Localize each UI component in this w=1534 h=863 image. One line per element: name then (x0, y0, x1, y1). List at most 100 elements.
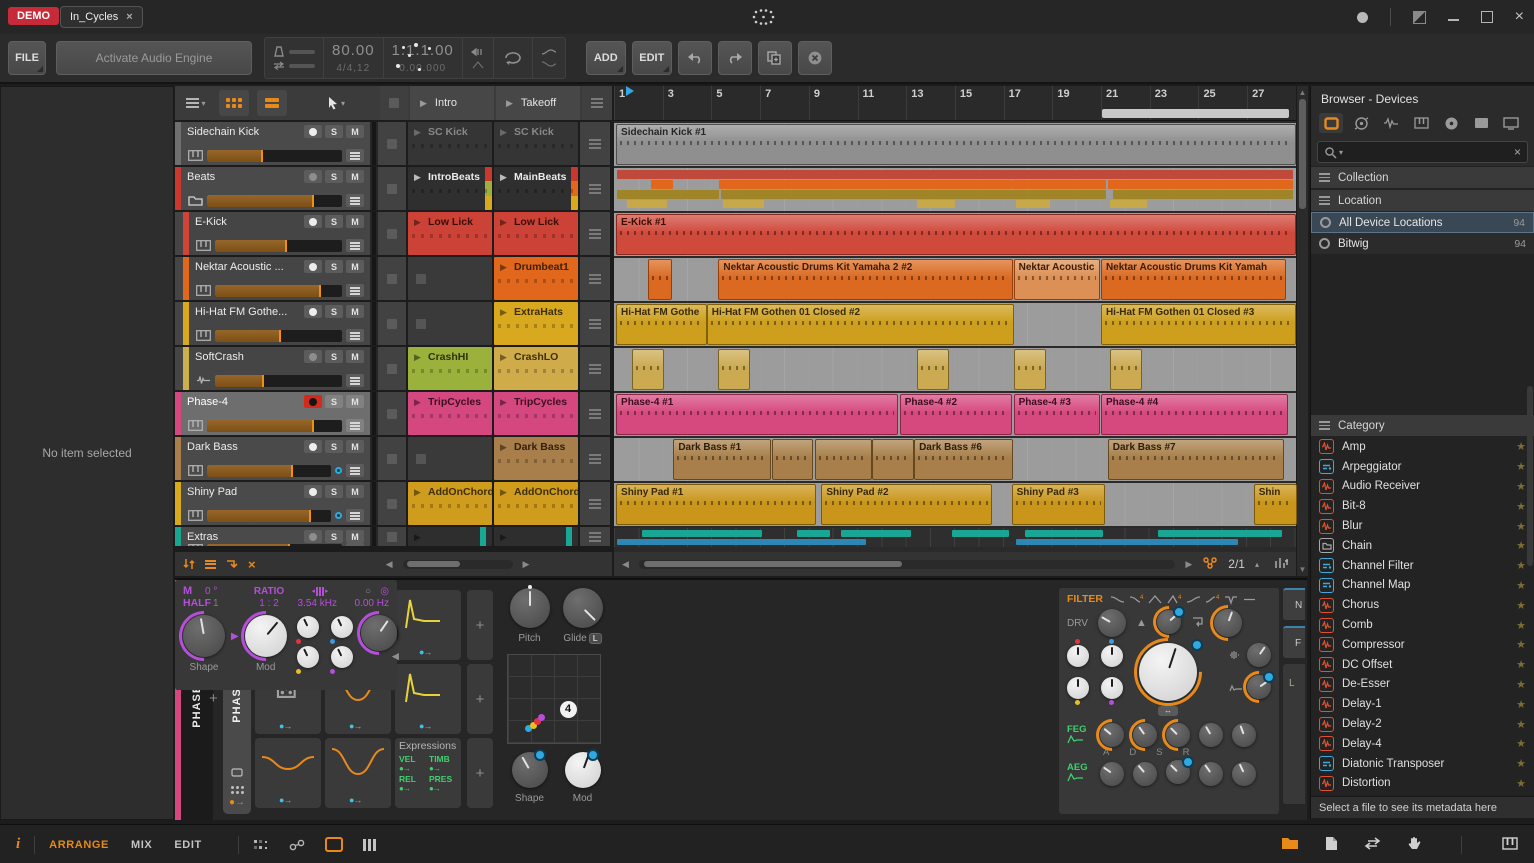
activate-audio-engine-button[interactable]: Activate Audio Engine (56, 41, 252, 75)
track-name[interactable]: Sidechain Kick (187, 126, 259, 138)
track-name[interactable]: Extras (187, 531, 218, 543)
arranger-clip[interactable]: Nektar Acoustic (1014, 259, 1101, 300)
launcher-clip[interactable]: ▶ (408, 257, 492, 300)
scene-launch-button[interactable] (580, 347, 610, 390)
arranger-clip[interactable] (872, 439, 914, 480)
device-list-item[interactable]: Channel Filter ★ (1311, 556, 1534, 576)
scroll-down-icon[interactable]: ▼ (1299, 565, 1307, 574)
scene-header-intro[interactable]: ▶Intro (410, 86, 494, 120)
track-menu-button[interactable] (346, 543, 364, 546)
arranger-clip[interactable]: Shiny Pad #1 (616, 484, 816, 525)
clip-play-icon[interactable]: ▶ (414, 487, 421, 498)
filter-type-selector[interactable]: 4 4 4 (1110, 594, 1256, 605)
track-list-icon[interactable] (205, 558, 216, 570)
solo-button[interactable]: S (325, 440, 343, 453)
clear-icon[interactable]: × (248, 557, 256, 572)
track-row[interactable]: Extras S M (175, 527, 378, 546)
arranger-track-lane[interactable]: Hi-Hat FM Gothe Hi-Hat FM Gothen 01 Clos… (614, 303, 1296, 346)
expression-label[interactable]: VEL (399, 754, 416, 764)
timeline-ruler[interactable]: 13579111315171921232527 (614, 86, 1296, 121)
clip-stop-button[interactable] (378, 347, 406, 390)
arranger-clip[interactable] (1014, 349, 1046, 390)
location-item[interactable]: Bitwig 94 (1311, 233, 1534, 254)
scene-launch-button[interactable] (580, 167, 610, 210)
mod-route-icon[interactable]: ●→ (279, 795, 291, 805)
track-row[interactable]: Nektar Acoustic ... S M (175, 257, 378, 300)
project-tab[interactable]: In_Cycles × (60, 6, 143, 28)
track-row[interactable]: SoftCrash S M (175, 347, 378, 390)
mute-button[interactable]: M (346, 215, 364, 228)
osc-detune-value[interactable]: 3.54 kHz (297, 598, 337, 609)
track-name[interactable]: Shiny Pad (187, 486, 237, 498)
arranger-track-lane[interactable]: Nektar Acoustic Drums Kit Yamaha 2 #2 Ne… (614, 258, 1296, 301)
tempo-display[interactable]: 80.00 4/4,12 (324, 38, 384, 78)
mute-button[interactable]: M (346, 305, 364, 318)
arranger-clip[interactable]: Sidechain Kick #1 (616, 124, 1296, 165)
presets-tab-icon[interactable] (1439, 113, 1463, 133)
arranger-track-lane[interactable]: E-Kick #1 (614, 213, 1296, 256)
show-clip-launcher-button[interactable] (219, 90, 249, 116)
mod-route-icon[interactable]: ●→ (419, 721, 431, 731)
osc-freq-value[interactable]: 0.00 Hz (337, 598, 389, 609)
osc-mode-num[interactable]: 1 (213, 598, 241, 609)
arranger-track-lane[interactable]: Phase-4 #1 Phase-4 #2 Phase-4 #3 Phase-4… (614, 393, 1296, 436)
add-track-device-button[interactable]: + (209, 690, 218, 707)
arranger-clip[interactable]: Hi-Hat FM Gothe (616, 304, 707, 345)
track-menu-button[interactable] (346, 374, 364, 387)
automation-section[interactable] (533, 38, 565, 78)
launcher-clip[interactable]: ▶ AddOnChord (408, 482, 492, 525)
track-row[interactable]: Hi-Hat FM Gothe... S M (175, 302, 378, 345)
mute-button[interactable]: M (346, 440, 364, 453)
aeg-vel-knob[interactable] (1232, 762, 1256, 786)
drive-knob[interactable] (1098, 609, 1126, 637)
launcher-clip[interactable]: ▶ SC Kick (494, 122, 578, 165)
follow-playback-icon[interactable] (1202, 556, 1218, 572)
expression-route-icon[interactable]: ●→ (429, 764, 440, 773)
launcher-clip[interactable]: ▶ Dark Bass (494, 437, 578, 480)
track-menu-button[interactable] (346, 419, 364, 432)
osc-ratio-value[interactable]: 1 : 2 (241, 598, 297, 609)
filter-loop-icon[interactable] (1191, 616, 1204, 630)
osc-mod-amount-knob[interactable] (297, 646, 319, 668)
modulator-cell[interactable]: ⚄ Expressions VEL●→TIMB●→REL●→PRES●→ ●→ (325, 738, 391, 808)
track-display-mode-button[interactable]: ▾ (181, 90, 211, 116)
expression-label[interactable]: REL (399, 774, 416, 784)
solo-button[interactable]: S (325, 395, 343, 408)
scene-launch-button[interactable] (580, 527, 610, 546)
favorite-star-icon[interactable]: ★ (1516, 638, 1526, 651)
launcher-clip[interactable]: ▶ IntroBeats (408, 167, 492, 210)
modulator-cell[interactable]: ⚄ Expressions VEL●→TIMB●→REL●→PRES●→ ●→ (255, 738, 321, 808)
device-list-item[interactable]: Amp ★ (1311, 437, 1534, 457)
add-ruler-lane-icon[interactable] (1275, 557, 1288, 572)
add-modulator-button[interactable]: + (467, 590, 493, 660)
solo-button[interactable]: S (325, 215, 343, 228)
launcher-clip[interactable]: ▶ (408, 302, 492, 345)
volume-slider[interactable] (215, 375, 342, 387)
feg-s-knob[interactable] (1166, 723, 1190, 747)
arranger-clip[interactable]: Hi-Hat FM Gothen 01 Closed #2 (707, 304, 1014, 345)
aeg-a-knob[interactable] (1100, 762, 1124, 786)
volume-slider[interactable] (215, 285, 342, 297)
stop-all-clips-button[interactable] (380, 86, 408, 120)
favorite-star-icon[interactable]: ★ (1516, 500, 1526, 513)
arranger-clip[interactable]: Phase-4 #1 (616, 394, 898, 435)
browser-scrollbar[interactable] (1527, 386, 1533, 566)
device-list-item[interactable]: Compressor ★ (1311, 635, 1534, 655)
arranger-clip[interactable] (632, 349, 664, 390)
edit-view-button[interactable]: EDIT (174, 839, 201, 851)
launcher-clip[interactable]: ▶ CrashHI (408, 347, 492, 390)
osc-mod-amount-knob[interactable] (331, 616, 353, 638)
clip-stop-button[interactable] (378, 122, 406, 165)
category-section-header[interactable]: Category (1311, 414, 1534, 437)
side-panel-n[interactable]: N (1283, 588, 1305, 620)
osc-spread-icon[interactable]: ◂▸ (297, 587, 343, 596)
record-arm-button[interactable] (304, 125, 322, 138)
favorite-star-icon[interactable]: ★ (1516, 520, 1526, 533)
project-tab-close-icon[interactable]: × (126, 11, 132, 23)
favorite-star-icon[interactable]: ★ (1516, 658, 1526, 671)
track-row[interactable]: Shiny Pad S M (175, 482, 378, 525)
redo-button[interactable] (718, 41, 752, 75)
launcher-clip[interactable]: ▶ TripCycles (494, 392, 578, 435)
favorite-star-icon[interactable]: ★ (1516, 718, 1526, 731)
clip-play-icon[interactable]: ▶ (500, 487, 507, 498)
